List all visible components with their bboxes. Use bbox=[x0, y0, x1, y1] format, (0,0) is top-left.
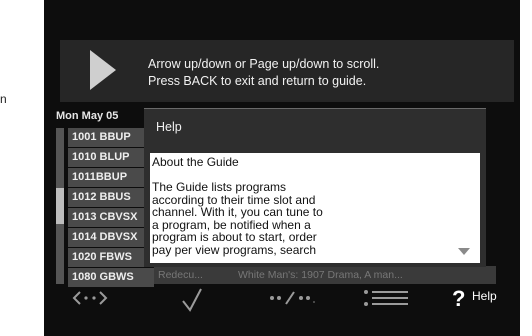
help-text: The Guide lists programs according to th… bbox=[152, 181, 452, 256]
page-dots-icon[interactable] bbox=[266, 286, 322, 310]
channel-row[interactable]: 1012 BBUS bbox=[68, 188, 154, 207]
guide-scrollbar[interactable] bbox=[56, 128, 64, 284]
program-row: Redecu... White Man's: 1907 Drama, A man… bbox=[154, 266, 496, 284]
channel-row[interactable]: 1020 FBWS bbox=[68, 248, 154, 267]
banner-text: Arrow up/down or Page up/down to scroll.… bbox=[148, 56, 379, 90]
guide-scrollbar-thumb[interactable] bbox=[56, 188, 64, 224]
help-text-line: program is about to start, order bbox=[152, 230, 317, 244]
help-text-line: pay per view programs, search bbox=[152, 242, 317, 257]
channel-row[interactable]: 1011BBUP bbox=[68, 168, 154, 187]
list-menu-icon[interactable] bbox=[360, 286, 412, 310]
help-icon[interactable]: ? bbox=[452, 286, 465, 312]
edge-text-fragment: n bbox=[0, 92, 7, 106]
channel-list: 1001 BBUP 1010 BLUP 1011BBUP 1012 BBUS 1… bbox=[68, 128, 154, 288]
help-text-area[interactable]: About the Guide The Guide lists programs… bbox=[150, 153, 480, 263]
channel-row[interactable]: 1013 CBVSX bbox=[68, 208, 154, 227]
help-popup: Help About the Guide The Guide lists pro… bbox=[144, 108, 486, 267]
channel-row[interactable]: 1010 BLUP bbox=[68, 148, 154, 167]
instruction-banner: Arrow up/down or Page up/down to scroll.… bbox=[60, 40, 514, 102]
program-cell[interactable]: White Man's: 1907 Drama, A man... bbox=[238, 266, 403, 284]
program-cell[interactable]: Redecu... bbox=[158, 266, 203, 284]
help-text-line: The Guide lists programs bbox=[152, 180, 287, 194]
left-right-arrows-icon[interactable] bbox=[72, 286, 108, 310]
popup-title: Help bbox=[156, 120, 182, 134]
bottom-button-bar: ? Help bbox=[44, 286, 520, 336]
guide-date: Mon May 05 bbox=[56, 110, 119, 122]
help-button-label[interactable]: Help bbox=[472, 289, 497, 303]
channel-row[interactable]: 1080 GBWS bbox=[68, 268, 154, 287]
tv-screen: Arrow up/down or Page up/down to scroll.… bbox=[44, 0, 520, 336]
help-heading: About the Guide bbox=[152, 155, 239, 169]
scroll-down-arrow-icon[interactable] bbox=[458, 248, 470, 255]
help-text-line: channel. With it, you can tune to bbox=[152, 205, 323, 219]
play-icon bbox=[90, 50, 116, 90]
checkmark-icon[interactable] bbox=[180, 286, 204, 314]
channel-row[interactable]: 1001 BBUP bbox=[68, 128, 154, 147]
channel-row[interactable]: 1014 DBVSX bbox=[68, 228, 154, 247]
banner-line-2: Press BACK to exit and return to guide. bbox=[148, 74, 367, 88]
banner-line-1: Arrow up/down or Page up/down to scroll. bbox=[148, 57, 380, 71]
